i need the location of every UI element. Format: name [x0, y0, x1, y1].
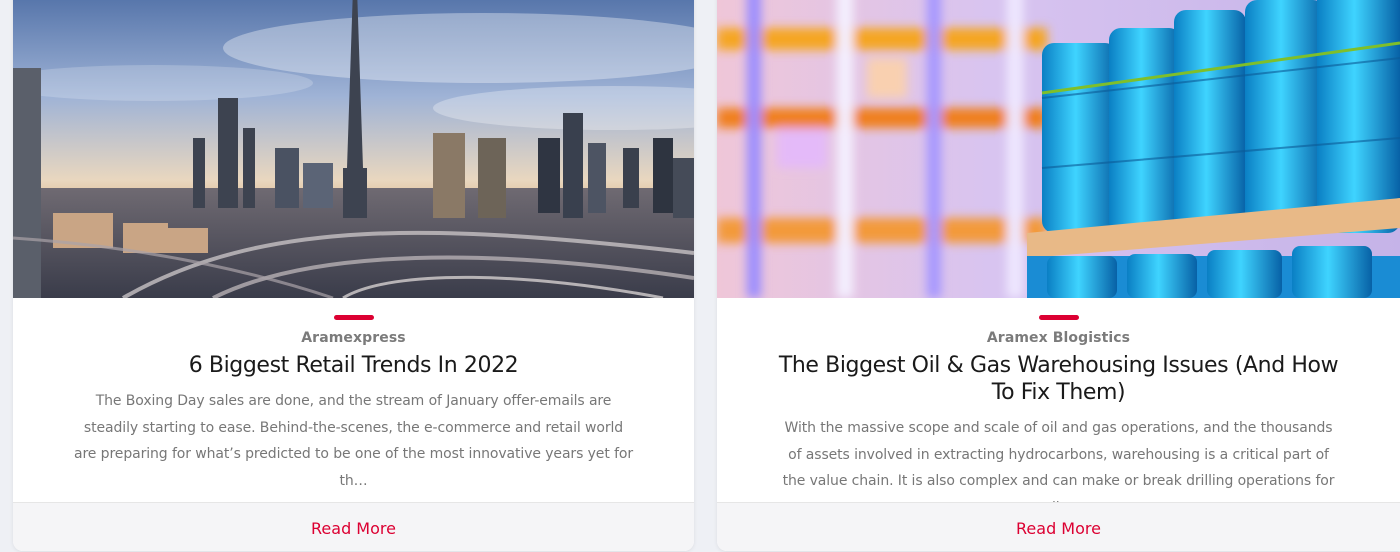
- oil-barrels-image: [717, 0, 1400, 298]
- card-image[interactable]: [13, 0, 694, 298]
- card-body: Aramexpress 6 Biggest Retail Trends In 2…: [13, 298, 694, 491]
- card-category[interactable]: Aramexpress: [13, 330, 694, 346]
- card-footer: Read More: [717, 502, 1400, 551]
- card-title[interactable]: 6 Biggest Retail Trends In 2022: [64, 352, 644, 379]
- accent-bar: [333, 315, 374, 320]
- card-excerpt: The Boxing Day sales are done, and the s…: [73, 393, 634, 489]
- city-skyline-image: [13, 0, 694, 298]
- read-more-link[interactable]: Read More: [1016, 519, 1101, 538]
- blog-card[interactable]: Aramex Blogistics The Biggest Oil & Gas …: [717, 0, 1400, 551]
- card-image[interactable]: [717, 0, 1400, 298]
- blog-card[interactable]: Aramexpress 6 Biggest Retail Trends In 2…: [13, 0, 694, 551]
- card-title[interactable]: The Biggest Oil & Gas Warehousing Issues…: [769, 352, 1349, 406]
- accent-bar: [1038, 315, 1079, 320]
- card-body: Aramex Blogistics The Biggest Oil & Gas …: [717, 298, 1400, 516]
- card-footer: Read More: [13, 502, 694, 551]
- card-category[interactable]: Aramex Blogistics: [717, 330, 1400, 346]
- read-more-link[interactable]: Read More: [311, 519, 396, 538]
